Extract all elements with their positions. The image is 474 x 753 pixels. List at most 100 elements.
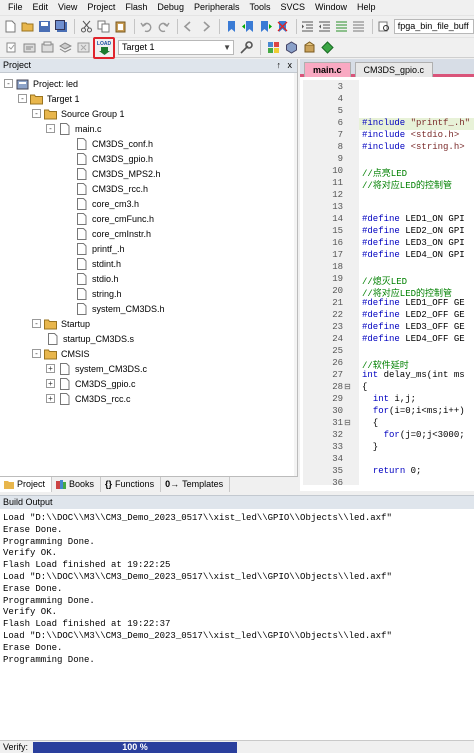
fold-toggle-icon[interactable]: ⊟ [344, 418, 351, 427]
target-select[interactable]: Target 1 ▼ [118, 40, 234, 55]
books-tab-icon [56, 480, 67, 489]
menu-tools[interactable]: Tools [244, 0, 275, 15]
tree-item[interactable]: CM3DS_MPS2.h [75, 166, 161, 181]
menu-file[interactable]: File [3, 0, 28, 15]
menu-view[interactable]: View [53, 0, 82, 15]
undo-icon[interactable] [139, 18, 154, 34]
cut-icon[interactable] [79, 18, 94, 34]
tree-item[interactable]: - Project: led [4, 76, 78, 91]
tab-cm3ds-gpio-c[interactable]: CM3DS_gpio.c [354, 62, 434, 77]
tree-item[interactable]: stdio.h [75, 271, 119, 286]
menu-edit[interactable]: Edit [28, 0, 54, 15]
tree-item[interactable]: - Startup [32, 316, 90, 331]
tree-item[interactable]: - CMSIS [32, 346, 90, 361]
tree-item[interactable]: - main.c [46, 121, 102, 136]
manage-components-icon[interactable] [283, 40, 299, 56]
toolbar-separator [176, 18, 178, 34]
tree-item[interactable]: + CM3DS_rcc.c [46, 391, 131, 406]
file-icon [75, 197, 88, 210]
code-keyword: #define [362, 298, 400, 308]
batch-build-icon[interactable] [57, 40, 73, 56]
open-folder-icon[interactable] [20, 18, 35, 34]
select-packs-icon[interactable] [301, 40, 317, 56]
find-combo[interactable]: fpga_bin_file_buff [393, 18, 474, 34]
tree-item[interactable]: core_cmFunc.h [75, 211, 154, 226]
pin-icon[interactable]: ↑ [277, 59, 282, 72]
translate-icon[interactable] [3, 40, 19, 56]
code-line: #define LED1_OFF GE [362, 298, 465, 308]
code-line: for(j=0;j<3000; [383, 430, 465, 440]
download-load-icon[interactable]: LOAD [96, 40, 112, 56]
find-in-files-icon[interactable] [377, 18, 392, 34]
tree-item[interactable]: core_cmInstr.h [75, 226, 151, 241]
menu-debug[interactable]: Debug [152, 0, 189, 15]
redo-icon[interactable] [156, 18, 171, 34]
expand-icon[interactable]: + [46, 379, 55, 388]
tree-item[interactable]: stdint.h [75, 256, 121, 271]
menu-svcs[interactable]: SVCS [276, 0, 311, 15]
code-keyword: return [372, 466, 406, 476]
save-icon[interactable] [37, 18, 52, 34]
save-all-icon[interactable] [54, 18, 69, 34]
build-output-panel[interactable]: Load "D:\\DOC\\M3\\CM3_Demo_2023_0517\\x… [0, 509, 474, 740]
new-file-icon[interactable] [3, 18, 18, 34]
stop-build-icon[interactable] [75, 40, 91, 56]
tree-item[interactable]: system_CM3DS.h [75, 301, 165, 316]
menu-project[interactable]: Project [82, 0, 120, 15]
tab-functions[interactable]: {} Functions [101, 477, 162, 492]
unindent-icon[interactable] [317, 18, 332, 34]
tab-project[interactable]: Project [0, 477, 53, 492]
chevron-down-icon: ▼ [223, 43, 231, 52]
tree-item[interactable]: CM3DS_rcc.h [75, 181, 148, 196]
build-icon[interactable] [21, 40, 37, 56]
fold-toggle-icon[interactable]: ⊟ [344, 382, 351, 391]
menu-peripherals[interactable]: Peripherals [189, 0, 245, 15]
tree-item[interactable]: - Target 1 [18, 91, 80, 106]
next-bookmark-icon[interactable] [258, 18, 273, 34]
file-extensions-icon[interactable] [265, 40, 281, 56]
prev-bookmark-icon[interactable] [241, 18, 256, 34]
tree-item[interactable]: printf_.h [75, 241, 125, 256]
collapse-icon[interactable]: - [32, 109, 41, 118]
collapse-icon[interactable]: - [18, 94, 27, 103]
comment-icon[interactable] [334, 18, 349, 34]
tab-main-c[interactable]: main.c [304, 62, 351, 77]
line-number: 16 [332, 238, 343, 248]
pack-installer-icon[interactable] [319, 40, 335, 56]
indent-icon[interactable] [301, 18, 316, 34]
tree-item[interactable]: startup_CM3DS.s [46, 331, 134, 346]
collapse-icon[interactable]: - [46, 124, 55, 133]
tree-item[interactable]: string.h [75, 286, 122, 301]
code-keyword: #define [362, 250, 400, 260]
tree-item[interactable]: + CM3DS_gpio.c [46, 376, 136, 391]
line-number: 7 [337, 130, 343, 140]
code-editor[interactable]: main.c CM3DS_gpio.c 3 4 5 6 #include "printf… [300, 59, 474, 491]
menu-flash[interactable]: Flash [120, 0, 152, 15]
collapse-icon[interactable]: - [4, 79, 13, 88]
target-options-icon[interactable] [238, 40, 254, 56]
forward-icon[interactable] [198, 18, 213, 34]
expand-icon[interactable]: + [46, 394, 55, 403]
rebuild-icon[interactable] [39, 40, 55, 56]
line-number: 20 [332, 286, 343, 296]
close-icon[interactable]: x [288, 59, 293, 72]
tab-books[interactable]: Books [52, 477, 102, 492]
back-icon[interactable] [182, 18, 197, 34]
menu-help[interactable]: Help [352, 0, 381, 15]
collapse-icon[interactable]: - [32, 319, 41, 328]
tab-templates[interactable]: 0→ Templates [161, 477, 231, 492]
tree-item[interactable]: CM3DS_gpio.h [75, 151, 153, 166]
tree-item[interactable]: core_cm3.h [75, 196, 139, 211]
tree-item[interactable]: CM3DS_conf.h [75, 136, 153, 151]
expand-icon[interactable]: + [46, 364, 55, 373]
bookmark-icon[interactable] [224, 18, 239, 34]
tree-item[interactable]: + system_CM3DS.c [46, 361, 147, 376]
tree-item[interactable]: - Source Group 1 [32, 106, 125, 121]
tab-templates-label: Templates [182, 479, 224, 489]
paste-icon[interactable] [113, 18, 128, 34]
collapse-icon[interactable]: - [32, 349, 41, 358]
menu-window[interactable]: Window [310, 0, 352, 15]
clear-bookmarks-icon[interactable] [275, 18, 290, 34]
uncomment-icon[interactable] [351, 18, 366, 34]
copy-icon[interactable] [96, 18, 111, 34]
